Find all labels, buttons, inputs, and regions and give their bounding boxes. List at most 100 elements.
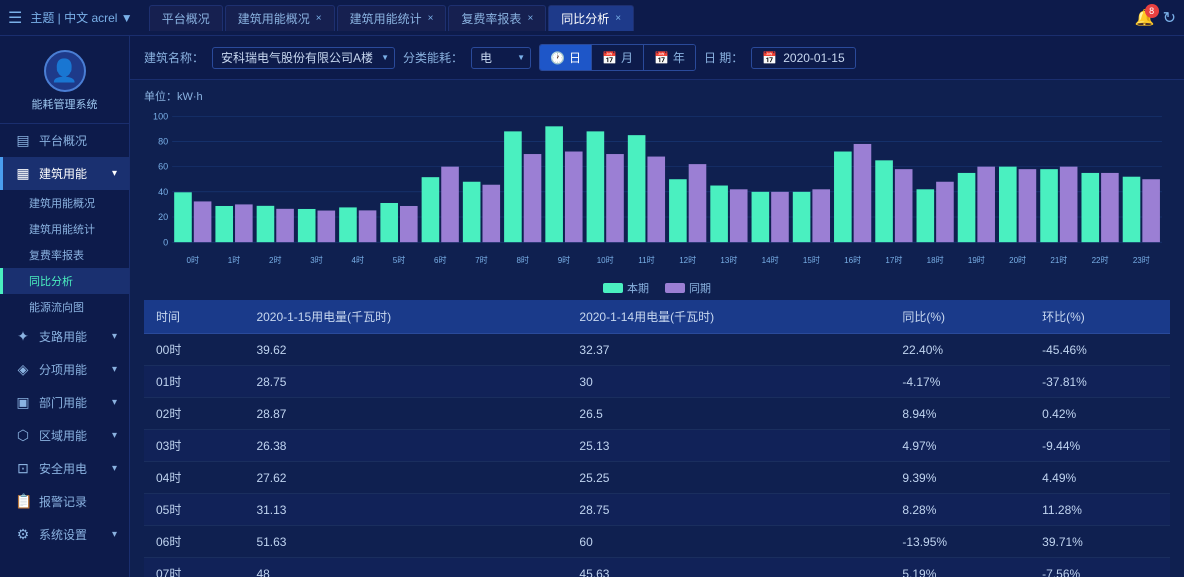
table-cell-yoy: 4.97% xyxy=(890,430,1030,462)
table-cell-current: 27.62 xyxy=(244,462,567,494)
table-cell-mom: -45.46% xyxy=(1030,334,1170,366)
sidebar-item-5[interactable]: ⬡ 区域用能 ▾ xyxy=(0,419,129,452)
topbar-tab-建筑用能概况[interactable]: 建筑用能概况× xyxy=(225,5,335,31)
sidebar-item-1[interactable]: ▦ 建筑用能 ▾ xyxy=(0,157,129,190)
sidebar-arrow-1: ▾ xyxy=(112,168,117,179)
table-cell-time: 00时 xyxy=(144,334,244,366)
tab-close-icon[interactable]: × xyxy=(316,13,322,24)
table-cell-current: 31.13 xyxy=(244,494,567,526)
time-btn-年[interactable]: 📅 年 xyxy=(643,45,695,70)
bar-prev-4 xyxy=(359,210,377,242)
sidebar-label-5: 区域用能 xyxy=(39,427,87,444)
table-cell-current: 26.38 xyxy=(244,430,567,462)
svg-text:18时: 18时 xyxy=(927,255,944,265)
chart-container: 0204060801000时1时2时3时4时5时6时7时8时9时10时11时12… xyxy=(144,108,1170,278)
chart-svg: 0204060801000时1时2时3时4时5时6时7时8时9时10时11时12… xyxy=(144,108,1170,268)
sidebar-label-3: 分项用能 xyxy=(39,361,87,378)
table-cell-yoy: 9.39% xyxy=(890,462,1030,494)
filter-bar: 建筑名称： 安科瑞电气股份有限公司A楼 分类能耗： 电 🕐 日📅 月📅 年 日 … xyxy=(130,36,1184,80)
topbar-tab-建筑用能统计[interactable]: 建筑用能统计× xyxy=(337,5,447,31)
sidebar-subitem-2[interactable]: 复费率报表 xyxy=(0,242,129,268)
sidebar-item-2[interactable]: ✦ 支路用能 ▾ xyxy=(0,320,129,353)
svg-text:22时: 22时 xyxy=(1092,255,1109,265)
table-cell-previous: 25.13 xyxy=(567,430,890,462)
bar-current-23 xyxy=(1123,177,1141,242)
svg-text:5时: 5时 xyxy=(393,255,406,265)
bar-prev-23 xyxy=(1142,179,1160,242)
bar-prev-11 xyxy=(647,157,665,243)
tab-close-icon[interactable]: × xyxy=(428,13,434,24)
sidebar-item-8[interactable]: ⚙ 系统设置 ▾ xyxy=(0,518,129,551)
bar-current-8 xyxy=(504,131,522,242)
legend-color xyxy=(603,283,623,293)
bar-current-2 xyxy=(257,206,275,242)
topbar-tab-同比分析[interactable]: 同比分析× xyxy=(548,5,634,31)
topbar-tab-复费率报表[interactable]: 复费率报表× xyxy=(448,5,546,31)
sidebar-icon-6: ⊡ xyxy=(15,460,31,477)
sidebar-item-0[interactable]: ▤ 平台概况 xyxy=(0,124,129,157)
bar-prev-6 xyxy=(441,167,459,243)
sidebar-subitem-1[interactable]: 建筑用能统计 xyxy=(0,216,129,242)
time-btn-日[interactable]: 🕐 日 xyxy=(540,45,591,70)
svg-text:9时: 9时 xyxy=(558,255,571,265)
table-cell-time: 05时 xyxy=(144,494,244,526)
building-select[interactable]: 安科瑞电气股份有限公司A楼 xyxy=(212,47,395,69)
bar-current-16 xyxy=(834,152,852,243)
sidebar-subitem-3[interactable]: 同比分析 xyxy=(0,268,129,294)
legend-item-同期: 同期 xyxy=(665,280,711,296)
bar-current-9 xyxy=(545,126,563,242)
table-row: 00时39.6232.3722.40%-45.46% xyxy=(144,334,1170,366)
bar-current-18 xyxy=(917,189,935,242)
sidebar-icon-2: ✦ xyxy=(15,328,31,345)
table-cell-current: 51.63 xyxy=(244,526,567,558)
table-cell-current: 39.62 xyxy=(244,334,567,366)
cal-icon-1: 📅 xyxy=(602,51,617,65)
tab-close-icon[interactable]: × xyxy=(527,13,533,24)
bar-current-1 xyxy=(215,206,233,242)
data-table: 时间2020-1-15用电量(千瓦时)2020-1-14用电量(千瓦时)同比(%… xyxy=(144,300,1170,577)
table-cell-previous: 32.37 xyxy=(567,334,890,366)
notification-button[interactable]: 🔔 8 xyxy=(1135,8,1155,28)
menu-icon[interactable]: ☰ xyxy=(8,8,22,28)
bar-prev-12 xyxy=(689,164,707,242)
sidebar-subitem-4[interactable]: 能源流向图 xyxy=(0,294,129,320)
sidebar-label-4: 部门用能 xyxy=(39,394,87,411)
bar-current-15 xyxy=(793,192,811,242)
table-cell-previous: 26.5 xyxy=(567,398,890,430)
date-label: 日 期： xyxy=(704,49,743,66)
sidebar-arrow-4: ▾ xyxy=(112,397,117,408)
sidebar-item-4[interactable]: ▣ 部门用能 ▾ xyxy=(0,386,129,419)
bar-prev-13 xyxy=(730,189,748,242)
table-cell-current: 28.87 xyxy=(244,398,567,430)
table-cell-current: 48 xyxy=(244,558,567,577)
refresh-button[interactable]: ↻ xyxy=(1163,8,1176,28)
bar-current-6 xyxy=(422,177,440,242)
svg-text:11时: 11时 xyxy=(638,255,654,265)
sidebar-item-7[interactable]: 📋 报警记录 xyxy=(0,485,129,518)
table-cell-yoy: -13.95% xyxy=(890,526,1030,558)
date-picker[interactable]: 📅 2020-01-15 xyxy=(751,47,855,69)
table-row: 03时26.3825.134.97%-9.44% xyxy=(144,430,1170,462)
sidebar-icon-4: ▣ xyxy=(15,394,31,411)
category-select[interactable]: 电 xyxy=(471,47,531,69)
bar-current-14 xyxy=(752,192,770,242)
table-cell-time: 02时 xyxy=(144,398,244,430)
time-btn-月[interactable]: 📅 月 xyxy=(591,45,643,70)
table-row: 01时28.7530-4.17%-37.81% xyxy=(144,366,1170,398)
table-cell-mom: 39.71% xyxy=(1030,526,1170,558)
topbar-tab-平台概况[interactable]: 平台概况 xyxy=(149,5,223,31)
tab-close-icon[interactable]: × xyxy=(615,13,621,24)
svg-text:4时: 4时 xyxy=(351,255,364,265)
svg-text:17时: 17时 xyxy=(885,255,902,265)
cal-icon-2: 📅 xyxy=(654,51,669,65)
table-row: 06时51.6360-13.95%39.71% xyxy=(144,526,1170,558)
table-cell-time: 07时 xyxy=(144,558,244,577)
table-header: 时间 xyxy=(144,300,244,334)
sidebar-item-6[interactable]: ⊡ 安全用电 ▾ xyxy=(0,452,129,485)
sidebar-subitem-0[interactable]: 建筑用能概况 xyxy=(0,190,129,216)
svg-text:100: 100 xyxy=(153,111,168,121)
sidebar-item-3[interactable]: ◈ 分项用能 ▾ xyxy=(0,353,129,386)
svg-text:6时: 6时 xyxy=(434,255,447,265)
svg-text:12时: 12时 xyxy=(679,255,696,265)
bar-prev-5 xyxy=(400,206,418,242)
